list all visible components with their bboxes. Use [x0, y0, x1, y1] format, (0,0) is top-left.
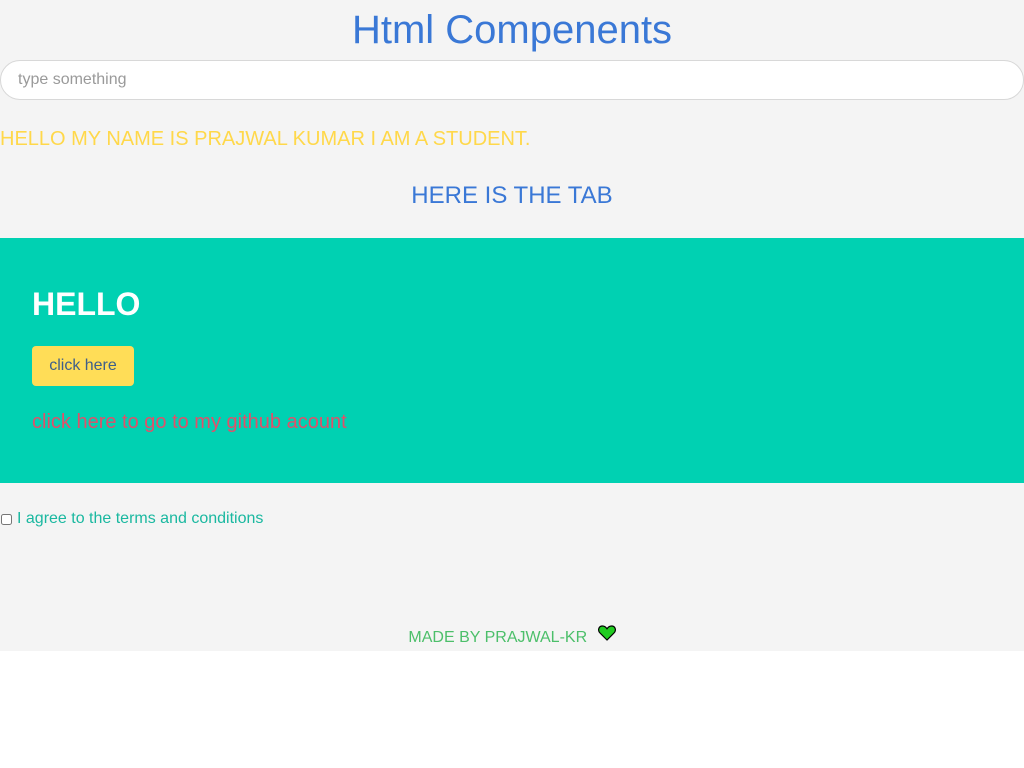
tab-heading: HERE IS THE TAB — [411, 182, 613, 209]
terms-label: I agree to the terms and conditions — [17, 510, 264, 527]
footer: MADE BY PRAJWAL-KR — [0, 625, 1024, 649]
page: Html Compenents HELLO MY NAME IS PRAJWAL… — [0, 0, 1024, 651]
intro-text: HELLO MY NAME IS PRAJWAL KUMAR I AM A ST… — [0, 128, 531, 150]
click-here-button[interactable]: click here — [32, 346, 134, 386]
footer-text: MADE BY PRAJWAL-KR — [408, 629, 588, 646]
terms-row[interactable]: I agree to the terms and conditions — [0, 509, 263, 529]
terms-checkbox[interactable] — [1, 513, 12, 525]
hero-title: HELLO — [32, 286, 141, 322]
page-title: Html Compenents — [351, 8, 673, 52]
hero-section — [0, 238, 1024, 483]
search-input[interactable] — [0, 60, 1024, 100]
github-link[interactable]: click here to go to my github acount — [32, 410, 347, 434]
heart-icon — [597, 625, 616, 648]
